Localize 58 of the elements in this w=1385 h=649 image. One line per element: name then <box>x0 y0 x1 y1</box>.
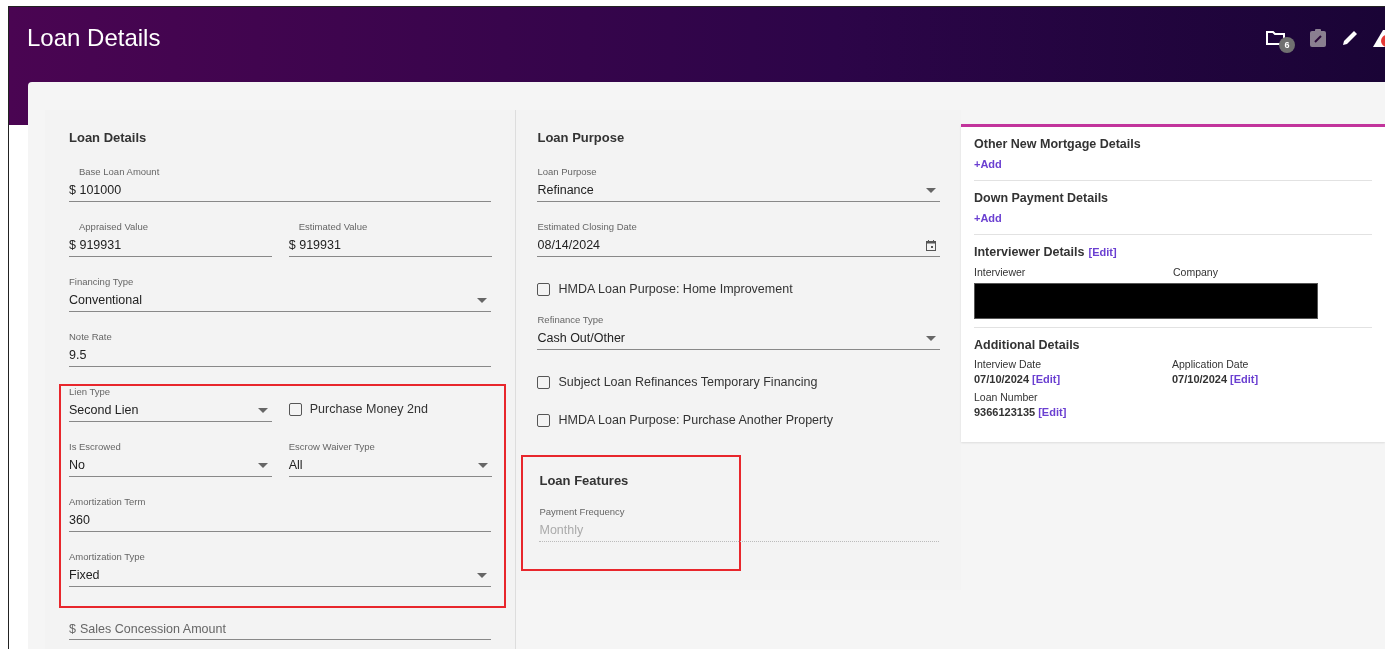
input-field[interactable]: Base Loan Amount $ 101000 <box>69 166 492 202</box>
dropdown-field[interactable]: Refinance Type Cash Out/Other <box>537 314 940 350</box>
folder-icon[interactable] <box>1265 29 1287 47</box>
checkbox[interactable] <box>537 375 551 389</box>
section-title: Other New Mortgage Details <box>974 137 1141 151</box>
column-label: Interviewer <box>974 266 1027 278</box>
dropdown-field[interactable]: Is Escrowed No <box>69 441 272 477</box>
dropdown-field[interactable]: Lien Type Second Lien <box>69 386 272 422</box>
add-link[interactable]: +Add <box>974 212 1002 224</box>
add-link[interactable]: +Add <box>974 158 1002 170</box>
section-title: Loan Purpose <box>537 129 626 147</box>
checkbox[interactable] <box>288 402 302 416</box>
caret-icon <box>477 297 488 303</box>
section-title: Interviewer Details <box>974 245 1085 259</box>
checkbox[interactable] <box>537 282 551 296</box>
dropdown-field[interactable]: Amortization Type Fixed <box>69 551 492 587</box>
fact-label: Application Date <box>1172 358 1250 370</box>
input-field[interactable]: Note Rate 9.5 <box>69 331 492 367</box>
input-field[interactable]: Amortization Term 360 <box>69 496 492 532</box>
checkbox-label: Purchase Money 2nd <box>309 402 428 416</box>
count-badge: 6 <box>1279 37 1295 53</box>
edit-link[interactable]: [Edit] <box>1088 246 1117 258</box>
section-title: Loan Details <box>69 129 148 147</box>
pencil-icon[interactable] <box>1341 29 1359 47</box>
edit-link[interactable]: [Edit] <box>1038 406 1067 418</box>
edit-link[interactable]: [Edit] <box>1032 373 1061 385</box>
checkbox-label: Subject Loan Refinances Temporary Financing <box>558 375 818 389</box>
fact-value: 07/10/2024 <box>1172 373 1228 385</box>
section-title: Loan Features <box>539 472 630 490</box>
calendar-icon[interactable] <box>926 239 936 251</box>
dropdown-field[interactable]: Escrow Waiver Type All <box>288 441 492 477</box>
fact-label: Loan Number <box>974 391 1039 403</box>
section-title: Down Payment Details <box>974 191 1109 205</box>
currency-prefix: $ <box>69 622 76 636</box>
dropdown-field[interactable]: Loan Purpose Refinance <box>537 166 940 202</box>
input-field[interactable]: Appraised Value $ 919931 <box>69 221 272 257</box>
dropdown-field[interactable]: Financing Type Conventional <box>69 276 492 312</box>
checkbox-label: HMDA Loan Purpose: Home Improvement <box>558 282 793 296</box>
caret-icon <box>477 572 488 578</box>
column-label: Company <box>1173 266 1219 278</box>
section-title: Additional Details <box>974 338 1080 352</box>
caret-icon <box>257 407 268 413</box>
input-field: Payment Frequency Monthly <box>539 506 940 542</box>
fact-value: 07/10/2024 <box>974 373 1030 385</box>
fact-label: Interview Date <box>974 358 1043 370</box>
checkbox-label: HMDA Loan Purpose: Purchase Another Property <box>558 413 833 427</box>
caret-icon <box>257 462 268 468</box>
input-field[interactable]: Sales Concession Amount <box>79 622 492 636</box>
fact-value: 9366123135 <box>974 406 1036 418</box>
caret-icon <box>926 335 936 341</box>
warning-icon[interactable] <box>1373 28 1385 48</box>
caret-icon <box>477 462 488 468</box>
edit-link[interactable]: [Edit] <box>1230 373 1259 385</box>
date-field[interactable]: Estimated Closing Date 08/14/2024 <box>537 221 940 257</box>
page-title: Loan Details <box>27 24 161 52</box>
checkbox[interactable] <box>537 413 551 427</box>
input-field[interactable]: Estimated Value $ 919931 <box>288 221 492 257</box>
caret-icon <box>926 187 936 193</box>
